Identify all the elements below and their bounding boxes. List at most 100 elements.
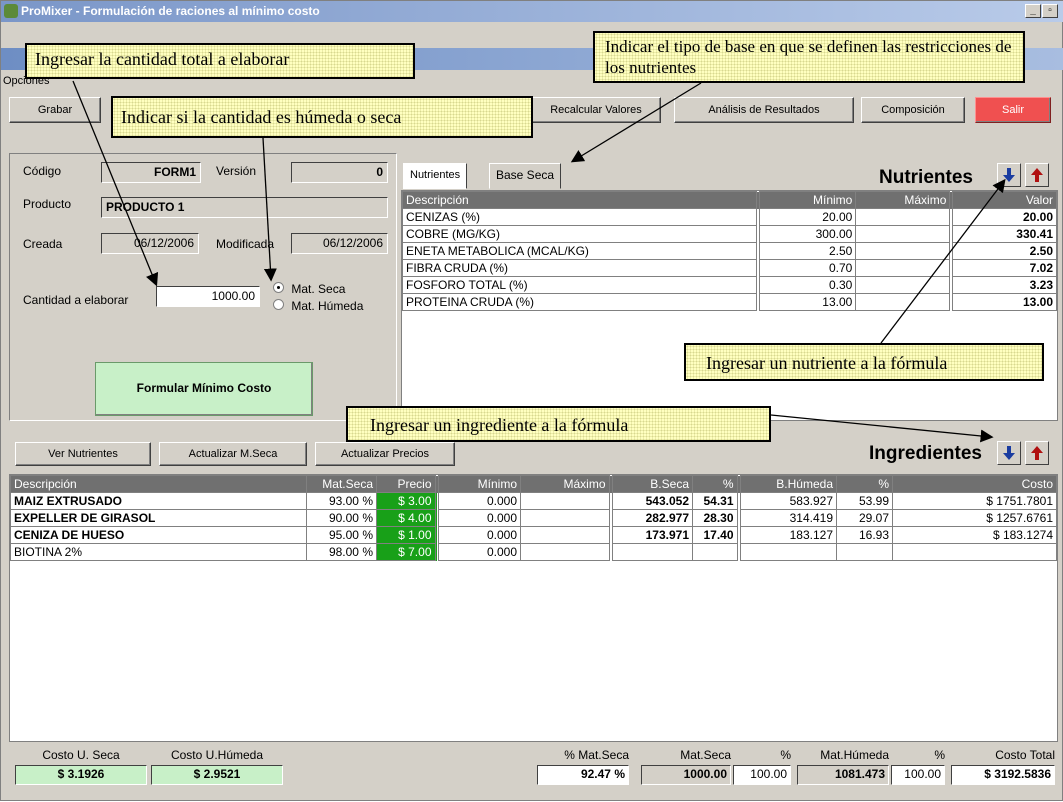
nutr-min[interactable]: 0.70 [756, 259, 857, 277]
nutr-desc[interactable]: FIBRA CRUDA (%) [402, 259, 759, 277]
ing-max[interactable] [520, 526, 611, 544]
formular-button[interactable]: Formular Mínimo Costo [95, 362, 313, 416]
ing-header-max[interactable]: Máximo [520, 475, 611, 493]
salir-button[interactable]: Salir [975, 97, 1051, 123]
ingrediente-row[interactable]: BIOTINA 2% 98.00 % $ 7.00 0.000 [10, 543, 1057, 561]
nutriente-row[interactable]: CENIZAS (%) 20.00 20.00 [402, 208, 1058, 226]
composicion-button[interactable]: Composición [861, 97, 965, 123]
nutriente-row[interactable]: FIBRA CRUDA (%) 0.70 7.02 [402, 259, 1058, 277]
cantidad-input[interactable]: 1000.00 [156, 286, 260, 307]
radio-seca-dot[interactable] [273, 282, 284, 293]
ing-mseca[interactable]: 98.00 % [306, 543, 377, 561]
ingrediente-row[interactable]: CENIZA DE HUESO 95.00 % $ 1.00 0.000 173.971… [10, 526, 1057, 544]
ing-precio[interactable]: $ 7.00 [376, 543, 437, 561]
ing-bhumeda: 183.127 [736, 526, 837, 544]
ing-pct1: 54.31 [692, 492, 739, 510]
tab-nutrientes[interactable]: Nutrientes [403, 163, 468, 189]
ing-desc[interactable]: BIOTINA 2% [10, 543, 307, 561]
ingrediente-add-icon[interactable] [997, 441, 1021, 465]
maximize-button[interactable]: ▫ [1042, 4, 1058, 18]
nutriente-remove-icon[interactable] [1025, 163, 1049, 187]
ing-mseca[interactable]: 90.00 % [306, 509, 377, 527]
nutr-valor: 3.23 [949, 276, 1058, 294]
ing-header-bseca[interactable]: B.Seca [608, 475, 693, 493]
ing-header-mseca[interactable]: Mat.Seca [306, 475, 377, 493]
version-label: Versión [216, 164, 257, 178]
ing-max[interactable] [520, 509, 611, 527]
ing-precio[interactable]: $ 3.00 [376, 492, 437, 510]
nutr-desc[interactable]: COBRE (MG/KG) [402, 225, 759, 243]
ing-max[interactable] [520, 543, 611, 561]
nutr-header-desc[interactable]: Descripción [402, 191, 759, 209]
creada-label: Creada [23, 237, 63, 251]
nutr-header-valor[interactable]: Valor [949, 191, 1058, 209]
ingrediente-row[interactable]: EXPELLER DE GIRASOL 90.00 % $ 4.00 0.000 282… [10, 509, 1057, 527]
nutr-valor: 330.41 [949, 225, 1058, 243]
nutr-desc[interactable]: FOSFORO TOTAL (%) [402, 276, 759, 294]
nutr-max[interactable] [855, 242, 952, 260]
ing-header-precio[interactable]: Precio [376, 475, 437, 493]
ing-header-min[interactable]: Mínimo [434, 475, 521, 493]
recalcular-button[interactable]: Recalcular Valores [531, 97, 661, 123]
radio-mat-seca[interactable]: Mat. Seca [273, 282, 345, 296]
ing-desc[interactable]: EXPELLER DE GIRASOL [10, 509, 307, 527]
nutr-min[interactable]: 13.00 [756, 293, 857, 311]
ing-min[interactable]: 0.000 [434, 526, 521, 544]
tab-base-seca[interactable]: Base Seca [489, 163, 562, 189]
nutr-max[interactable] [855, 259, 952, 277]
nutr-desc[interactable]: ENETA METABOLICA (MCAL/KG) [402, 242, 759, 260]
ingredientes-title: Ingredientes [869, 443, 982, 464]
nutr-min[interactable]: 2.50 [756, 242, 857, 260]
ing-max[interactable] [520, 492, 611, 510]
actualizar-mseca-button[interactable]: Actualizar M.Seca [159, 442, 307, 466]
ing-pct1: 28.30 [692, 509, 739, 527]
nutriente-row[interactable]: ENETA METABOLICA (MCAL/KG) 2.50 2.50 [402, 242, 1058, 260]
ingrediente-remove-icon[interactable] [1025, 441, 1049, 465]
ing-pct1: 17.40 [692, 526, 739, 544]
nutr-desc[interactable]: CENIZAS (%) [402, 208, 759, 226]
ver-nutrientes-button[interactable]: Ver Nutrientes [15, 442, 151, 466]
nutriente-row[interactable]: COBRE (MG/KG) 300.00 330.41 [402, 225, 1058, 243]
nutr-max[interactable] [855, 293, 952, 311]
radio-mat-humeda[interactable]: Mat. Húmeda [273, 299, 363, 313]
ing-header-pct1[interactable]: % [692, 475, 739, 493]
ing-header-pct2[interactable]: % [836, 475, 893, 493]
nutr-min[interactable]: 0.30 [756, 276, 857, 294]
radio-seca-label: Mat. Seca [291, 282, 346, 296]
nutriente-add-icon[interactable] [997, 163, 1021, 187]
ing-desc[interactable]: MAIZ EXTRUSADO [10, 492, 307, 510]
nutriente-row[interactable]: FOSFORO TOTAL (%) 0.30 3.23 [402, 276, 1058, 294]
ing-min[interactable]: 0.000 [434, 509, 521, 527]
producto-field[interactable]: PRODUCTO 1 [101, 197, 388, 218]
ing-header-bhumeda[interactable]: B.Húmeda [736, 475, 837, 493]
costo-seca-label: Costo U. Seca [42, 748, 120, 762]
actualizar-precios-button[interactable]: Actualizar Precios [315, 442, 455, 466]
ing-pct2: 53.99 [836, 492, 893, 510]
nutr-min[interactable]: 20.00 [756, 208, 857, 226]
ing-header-costo[interactable]: Costo [892, 475, 1057, 493]
nutriente-row[interactable]: PROTEINA CRUDA (%) 13.00 13.00 [402, 293, 1058, 311]
nutr-max[interactable] [855, 276, 952, 294]
ing-mseca[interactable]: 95.00 % [306, 526, 377, 544]
nutr-header-min[interactable]: Mínimo [756, 191, 857, 209]
nutr-desc[interactable]: PROTEINA CRUDA (%) [402, 293, 759, 311]
version-field[interactable]: 0 [291, 162, 388, 183]
nutr-min[interactable]: 300.00 [756, 225, 857, 243]
ingrediente-row[interactable]: MAIZ EXTRUSADO 93.00 % $ 3.00 0.000 543.052 5… [10, 492, 1057, 510]
radio-humeda-dot[interactable] [273, 299, 284, 310]
ing-min[interactable]: 0.000 [434, 492, 521, 510]
nutr-header-max[interactable]: Máximo [855, 191, 952, 209]
grabar-button[interactable]: Grabar [9, 97, 101, 123]
ing-mseca[interactable]: 93.00 % [306, 492, 377, 510]
ing-desc[interactable]: CENIZA DE HUESO [10, 526, 307, 544]
nutr-max[interactable] [855, 225, 952, 243]
minimize-button[interactable]: _ [1025, 4, 1041, 18]
nutr-max[interactable] [855, 208, 952, 226]
ing-precio[interactable]: $ 4.00 [376, 509, 437, 527]
ing-pct2: 29.07 [836, 509, 893, 527]
codigo-field[interactable]: FORM1 [101, 162, 201, 183]
ing-min[interactable]: 0.000 [434, 543, 521, 561]
analisis-button[interactable]: Análisis de Resultados [674, 97, 854, 123]
ing-precio[interactable]: $ 1.00 [376, 526, 437, 544]
ing-header-desc[interactable]: Descripción [10, 475, 307, 493]
